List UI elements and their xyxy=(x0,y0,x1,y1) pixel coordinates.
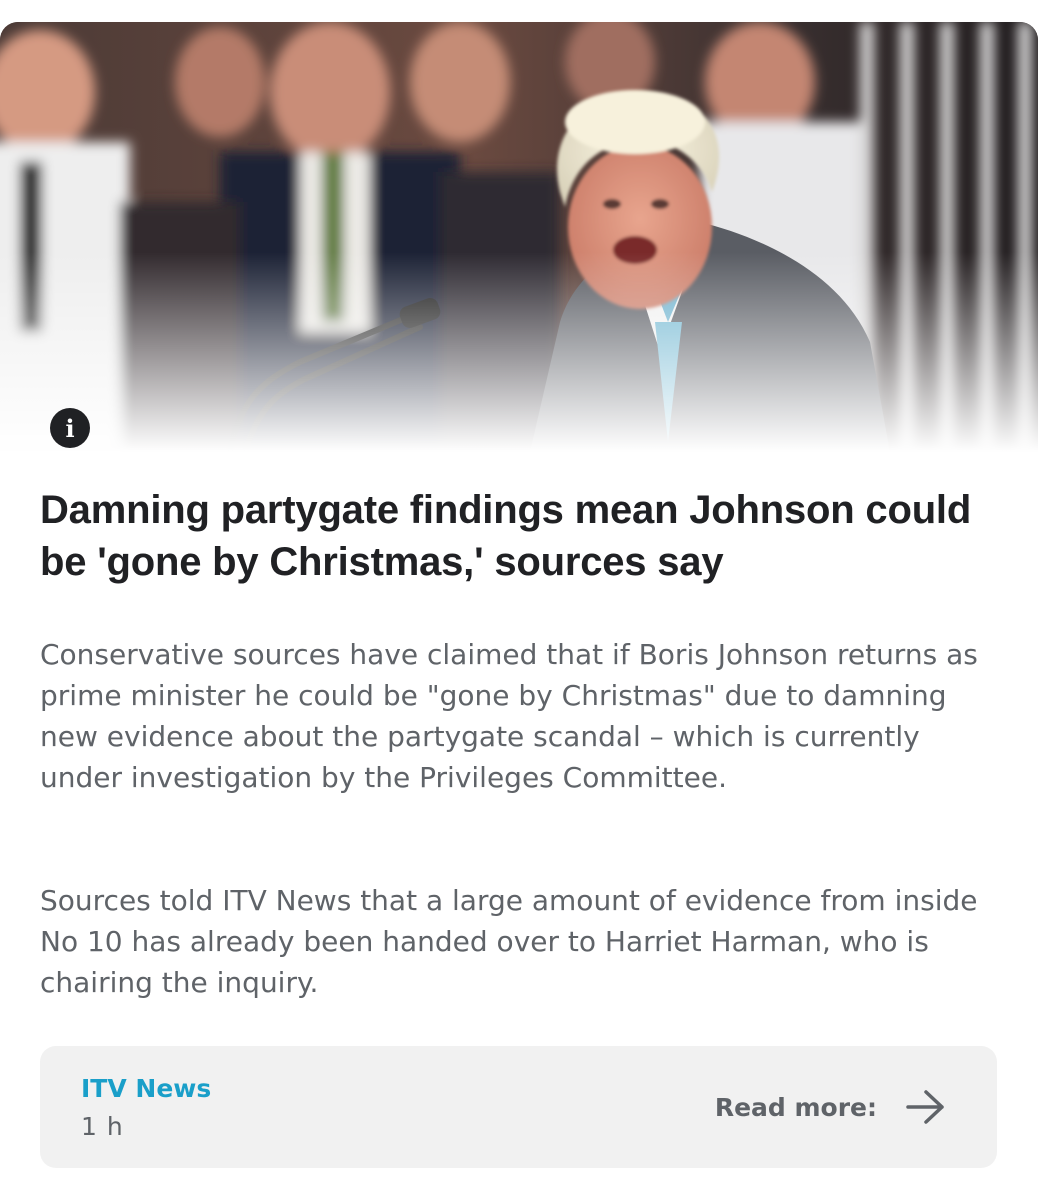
image-fade-overlay xyxy=(0,252,1038,452)
source-name[interactable]: ITV News xyxy=(81,1074,211,1103)
info-icon[interactable]: i xyxy=(50,408,90,448)
publish-time: 1 h xyxy=(81,1112,124,1141)
article-image[interactable]: i xyxy=(0,22,1038,452)
read-more-button[interactable]: Read more: xyxy=(715,1088,947,1126)
news-card: i Damning partygate findings mean Johnso… xyxy=(0,22,1038,1200)
article-headline[interactable]: Damning partygate findings mean Johnson … xyxy=(40,484,1000,588)
article-paragraph: Sources told ITV News that a large amoun… xyxy=(40,884,978,999)
article-paragraph: Conservative sources have claimed that i… xyxy=(40,638,978,794)
source-footer[interactable]: ITV News 1 h Read more: xyxy=(40,1046,997,1168)
read-more-label: Read more: xyxy=(714,1092,877,1122)
arrow-right-icon xyxy=(906,1090,944,1124)
